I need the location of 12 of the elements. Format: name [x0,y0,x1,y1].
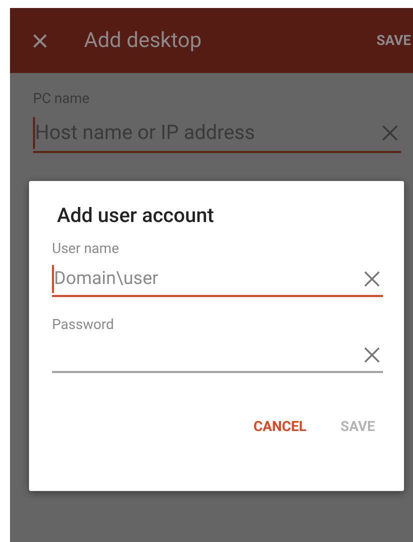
save-button[interactable]: SAVE [376,32,411,48]
app-bar-title: Add desktop [84,28,202,52]
input-field[interactable]: Domain\user [52,261,383,297]
field-label: Password [52,317,115,333]
dialog-title: Add user account [57,203,215,227]
close-icon[interactable] [363,270,381,288]
dialog-button[interactable]: CANCEL [253,419,306,435]
text-cursor [52,265,54,293]
field-label: User name [52,241,120,257]
close-icon[interactable] [363,346,381,364]
close-icon[interactable] [32,32,48,48]
text-cursor [33,117,35,149]
